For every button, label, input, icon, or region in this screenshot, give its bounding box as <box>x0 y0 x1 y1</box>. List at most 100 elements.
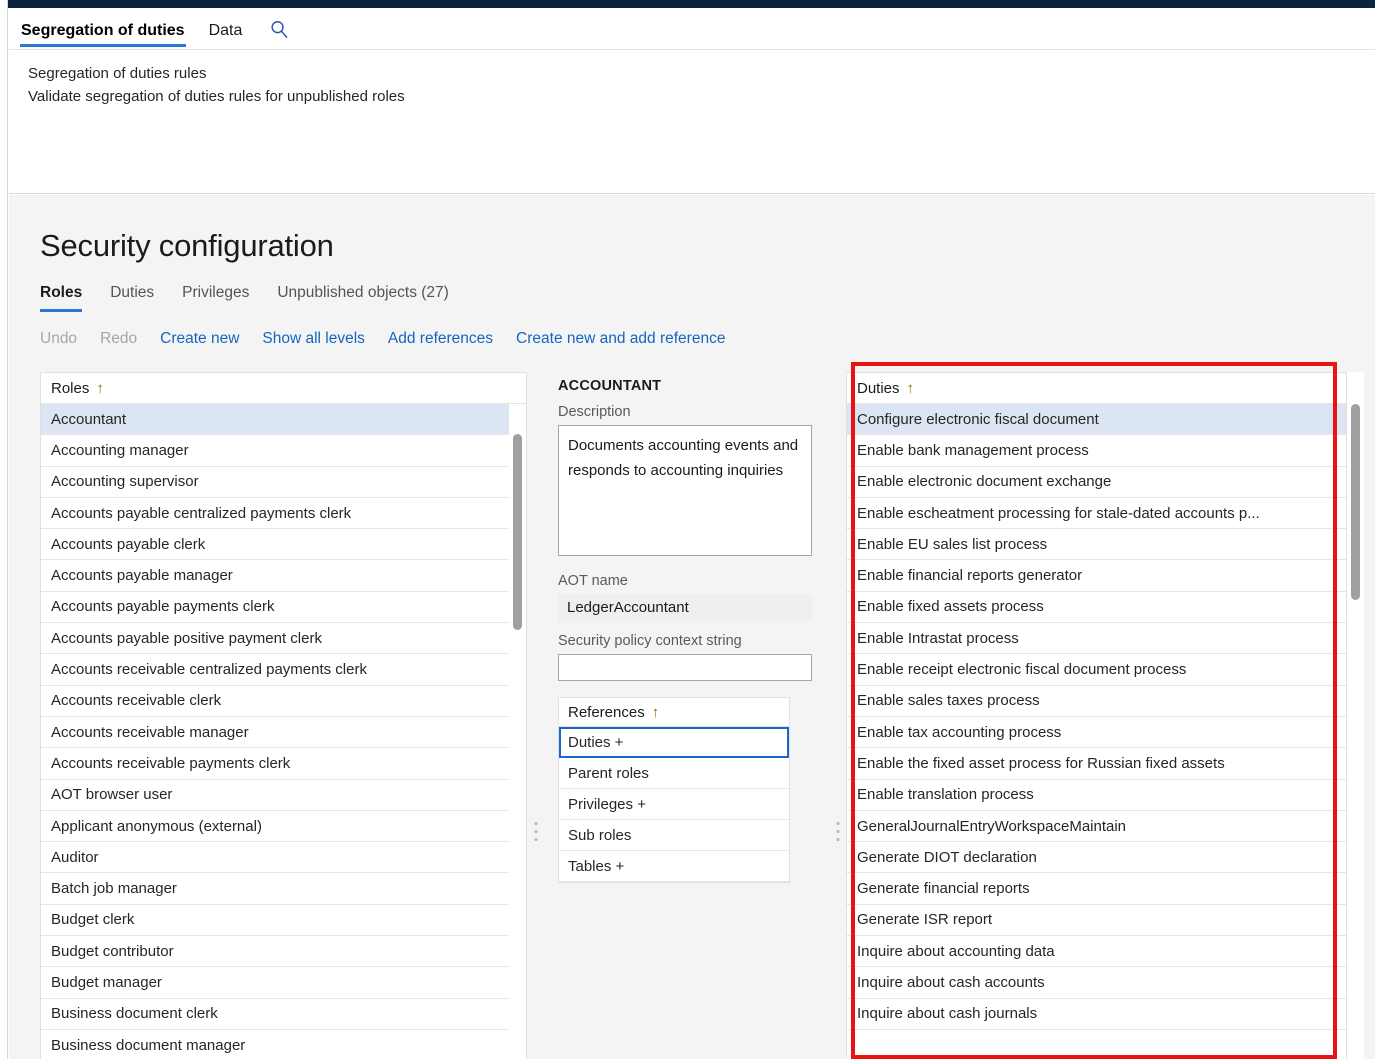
role-row[interactable]: Applicant anonymous (external) <box>41 810 526 843</box>
show-all-levels-button[interactable]: Show all levels <box>262 330 365 348</box>
splitter-grip-icon <box>836 822 839 841</box>
tab-segregation-of-duties[interactable]: Segregation of duties <box>9 18 197 49</box>
duty-row[interactable]: Configure electronic fiscal document <box>847 404 1346 436</box>
duty-row[interactable]: Enable receipt electronic fiscal documen… <box>847 654 1346 686</box>
duty-row-label: Enable financial reports generator <box>857 567 1083 585</box>
action-validate-sod-rules[interactable]: Validate segregation of duties rules for… <box>28 85 405 108</box>
role-row-label: AOT browser user <box>51 786 173 804</box>
duty-row[interactable]: Inquire about cash journals <box>847 998 1346 1030</box>
reference-row-label: Tables + <box>568 857 625 875</box>
create-new-and-add-reference-button[interactable]: Create new and add reference <box>516 330 725 348</box>
duty-row[interactable]: Enable fixed assets process <box>847 591 1346 624</box>
role-row[interactable]: Accounting supervisor <box>41 466 526 498</box>
role-row[interactable]: Accountant <box>41 404 526 436</box>
tab-data[interactable]: Data <box>197 18 255 49</box>
reference-row[interactable]: Parent roles <box>559 758 789 789</box>
reference-row-label: Privileges + <box>568 795 646 813</box>
duties-scrollbar-thumb[interactable] <box>1351 404 1360 600</box>
role-row-label: Auditor <box>51 848 99 866</box>
role-row-label: Budget clerk <box>51 911 135 929</box>
role-row[interactable]: Auditor <box>41 842 526 874</box>
role-row-label: Accounts receivable manager <box>51 723 249 741</box>
duty-row[interactable]: Enable electronic document exchange <box>847 466 1346 498</box>
reference-row-label: Parent roles <box>568 764 649 782</box>
role-row[interactable]: Accounts payable centralized payments cl… <box>41 497 526 530</box>
duty-row[interactable]: Enable the fixed asset process for Russi… <box>847 748 1346 780</box>
role-row[interactable]: Accounts payable manager <box>41 560 526 592</box>
tab-roles[interactable]: Roles <box>40 284 96 312</box>
duty-row-label: Enable the fixed asset process for Russi… <box>857 754 1225 772</box>
duty-row[interactable]: Generate ISR report <box>847 904 1346 937</box>
role-row-label: Accounting supervisor <box>51 473 199 491</box>
splitter-detail-duties[interactable] <box>829 372 846 1059</box>
tab-unpublished-objects[interactable]: Unpublished objects (27) <box>277 284 462 312</box>
references-column-header[interactable]: References ↑ <box>559 698 789 727</box>
role-row-label: Accounts receivable payments clerk <box>51 754 291 772</box>
role-row[interactable]: Business document clerk <box>41 998 526 1030</box>
duty-row[interactable]: Enable escheatment processing for stale-… <box>847 497 1346 530</box>
action-segregation-of-duties-rules[interactable]: Segregation of duties rules <box>28 62 206 85</box>
aot-name-field: LedgerAccountant <box>558 594 812 621</box>
duty-row[interactable]: GeneralJournalEntryWorkspaceMaintain <box>847 810 1346 843</box>
roles-column-header[interactable]: Roles ↑ <box>41 373 526 404</box>
reference-row[interactable]: Duties + <box>559 727 789 758</box>
reference-row[interactable]: Tables + <box>559 851 789 882</box>
duties-vertical-scrollbar[interactable] <box>1347 372 1364 1059</box>
duty-row[interactable]: Enable Intrastat process <box>847 623 1346 655</box>
duty-row[interactable]: Enable tax accounting process <box>847 716 1346 749</box>
reference-row[interactable]: Sub roles <box>559 820 789 851</box>
duties-column-header[interactable]: Duties ↑ <box>847 373 1346 404</box>
duty-row[interactable]: Enable bank management process <box>847 435 1346 467</box>
role-row[interactable]: Accounts payable payments clerk <box>41 591 526 624</box>
duty-row-label: Generate ISR report <box>857 911 993 929</box>
sort-ascending-icon: ↑ <box>96 379 104 397</box>
duty-row[interactable]: Generate financial reports <box>847 873 1346 905</box>
role-row-label: Accounts payable centralized payments cl… <box>51 504 352 522</box>
redo-button[interactable]: Redo <box>100 330 137 348</box>
description-field[interactable]: Documents accounting events and responds… <box>558 425 812 556</box>
role-row[interactable]: AOT browser user <box>41 779 526 811</box>
security-policy-context-string-field[interactable] <box>558 654 812 681</box>
role-row[interactable]: Budget clerk <box>41 904 526 937</box>
roles-column-header-label: Roles <box>51 379 90 397</box>
role-row[interactable]: Accounts payable positive payment clerk <box>41 623 526 655</box>
page-body: Security configuration Roles Duties Priv… <box>9 195 1375 1059</box>
references-column-header-label: References <box>568 703 645 721</box>
duty-row[interactable]: Enable EU sales list process <box>847 529 1346 561</box>
splitter-roles-detail[interactable] <box>527 372 544 1059</box>
reference-row[interactable]: Privileges + <box>559 789 789 820</box>
role-row[interactable]: Accounts receivable manager <box>41 716 526 749</box>
undo-button[interactable]: Undo <box>40 330 77 348</box>
roles-vertical-scrollbar[interactable] <box>509 404 526 1059</box>
role-row[interactable]: Business document manager <box>41 1029 526 1059</box>
create-new-button[interactable]: Create new <box>160 330 239 348</box>
action-pane-tabstrip: Segregation of duties Data <box>9 8 1375 50</box>
duty-row[interactable]: Inquire about accounting data <box>847 936 1346 968</box>
duty-row[interactable]: Enable translation process <box>847 779 1346 811</box>
role-row[interactable]: Accounts receivable centralized payments… <box>41 654 526 686</box>
duty-row[interactable]: Enable financial reports generator <box>847 560 1346 592</box>
duty-row[interactable]: Inquire about cash accounts <box>847 967 1346 999</box>
search-button[interactable] <box>254 18 303 49</box>
role-row[interactable]: Accounting manager <box>41 435 526 467</box>
role-row[interactable]: Accounts payable clerk <box>41 529 526 561</box>
role-row[interactable]: Accounts receivable payments clerk <box>41 748 526 780</box>
tab-privileges[interactable]: Privileges <box>182 284 263 312</box>
role-row-label: Accounts payable manager <box>51 567 233 585</box>
duty-row[interactable]: Enable sales taxes process <box>847 685 1346 717</box>
duty-row-label: Enable electronic document exchange <box>857 473 1112 491</box>
duty-row[interactable] <box>847 1029 1346 1059</box>
sort-ascending-icon: ↑ <box>651 703 660 721</box>
role-row[interactable]: Accounts receivable clerk <box>41 685 526 717</box>
tab-duties[interactable]: Duties <box>110 284 168 312</box>
role-row-label: Budget manager <box>51 973 162 991</box>
add-references-button[interactable]: Add references <box>388 330 493 348</box>
reference-row-label: Sub roles <box>568 826 632 844</box>
role-row[interactable]: Batch job manager <box>41 873 526 905</box>
role-row[interactable]: Budget contributor <box>41 936 526 968</box>
tab-data-label: Data <box>208 22 243 39</box>
roles-scrollbar-thumb[interactable] <box>513 434 522 630</box>
role-row[interactable]: Budget manager <box>41 967 526 999</box>
search-icon <box>270 20 289 39</box>
duty-row[interactable]: Generate DIOT declaration <box>847 842 1346 874</box>
